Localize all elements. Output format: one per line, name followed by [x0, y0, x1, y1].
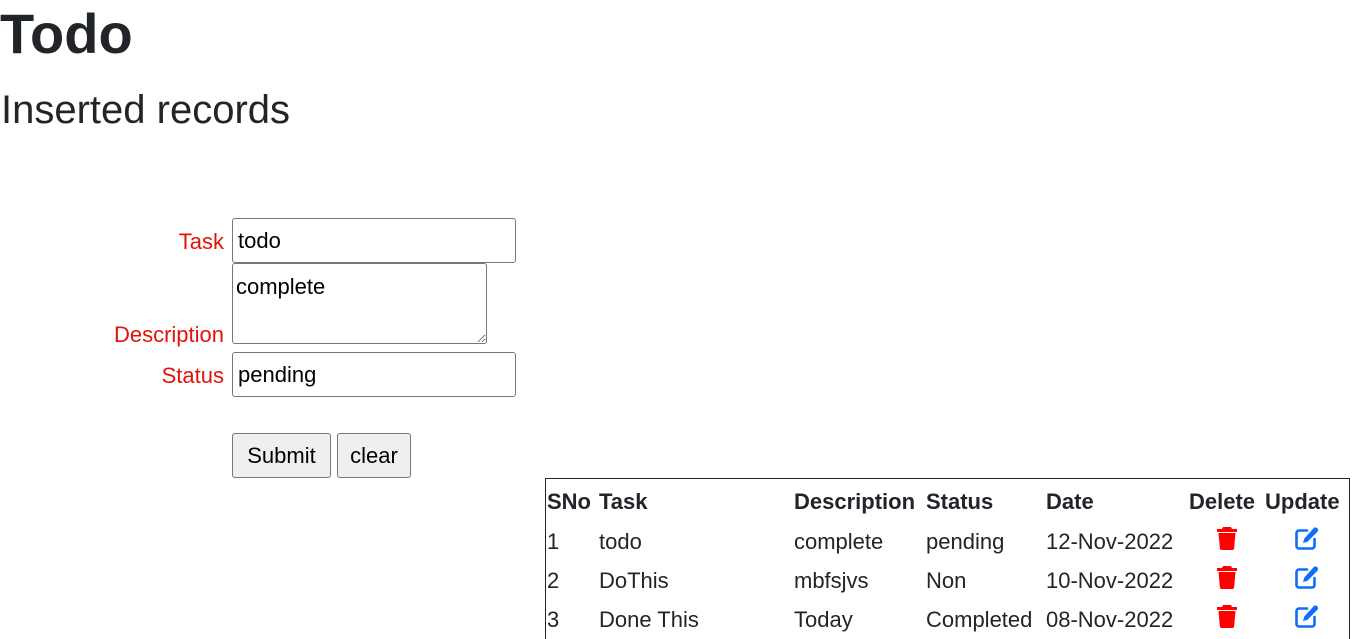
cell-sno: 3	[547, 606, 560, 632]
page-title: Todo	[0, 2, 133, 65]
cell-description: mbfsjvs	[794, 567, 869, 593]
task-label: Task	[178, 229, 224, 254]
cell-update	[1265, 600, 1349, 639]
cell-sno: 2	[547, 567, 560, 593]
header-status: Status	[926, 489, 994, 514]
table-header-row: SNo Task Description Status Date Delete …	[547, 482, 1349, 522]
cell-update	[1265, 522, 1349, 561]
cell-status: pending	[926, 528, 1005, 554]
cell-sno: 1	[547, 528, 560, 554]
table-row: 3 Done This Today Completed 08-Nov-2022	[547, 600, 1349, 639]
cell-date: 10-Nov-2022	[1046, 567, 1174, 593]
header-delete: Delete	[1189, 489, 1256, 514]
status-input[interactable]	[232, 352, 516, 397]
header-description: Description	[794, 489, 916, 514]
description-label: Description	[113, 322, 224, 347]
page-subtitle: Inserted records	[1, 88, 291, 132]
cell-task: Done This	[599, 606, 699, 632]
cell-date: 08-Nov-2022	[1046, 606, 1174, 632]
cell-description: Today	[794, 606, 853, 632]
trash-icon[interactable]	[1217, 605, 1237, 634]
edit-icon[interactable]	[1295, 566, 1319, 595]
task-input[interactable]	[232, 218, 516, 263]
header-task: Task	[599, 489, 648, 514]
header-date: Date	[1046, 489, 1094, 514]
trash-icon[interactable]	[1217, 566, 1237, 595]
cell-task: DoThis	[599, 567, 669, 593]
table-row: 2 DoThis mbfsjvs Non 10-Nov-2022	[547, 561, 1349, 600]
cell-task: todo	[599, 528, 642, 554]
cell-delete	[1189, 522, 1265, 561]
page: Todo Inserted records Task Description c…	[0, 0, 1357, 639]
header-update: Update	[1265, 489, 1340, 514]
cell-status: Completed	[926, 606, 1033, 632]
cell-delete	[1189, 600, 1265, 639]
cell-description: complete	[794, 528, 884, 554]
edit-icon[interactable]	[1295, 527, 1319, 556]
cell-update	[1265, 561, 1349, 600]
cell-delete	[1189, 561, 1265, 600]
edit-icon[interactable]	[1295, 605, 1319, 634]
clear-button[interactable]: clear	[337, 433, 411, 478]
status-label: Status	[161, 363, 224, 388]
records-table-container: SNo Task Description Status Date Delete …	[545, 478, 1350, 639]
records-table: SNo Task Description Status Date Delete …	[547, 482, 1349, 639]
submit-button[interactable]: Submit	[232, 433, 331, 478]
description-textarea[interactable]: complete	[232, 263, 487, 344]
header-sno: SNo	[547, 489, 591, 514]
cell-status: Non	[926, 567, 967, 593]
cell-date: 12-Nov-2022	[1046, 528, 1174, 554]
trash-icon[interactable]	[1217, 527, 1237, 556]
table-row: 1 todo complete pending 12-Nov-2022	[547, 522, 1349, 561]
